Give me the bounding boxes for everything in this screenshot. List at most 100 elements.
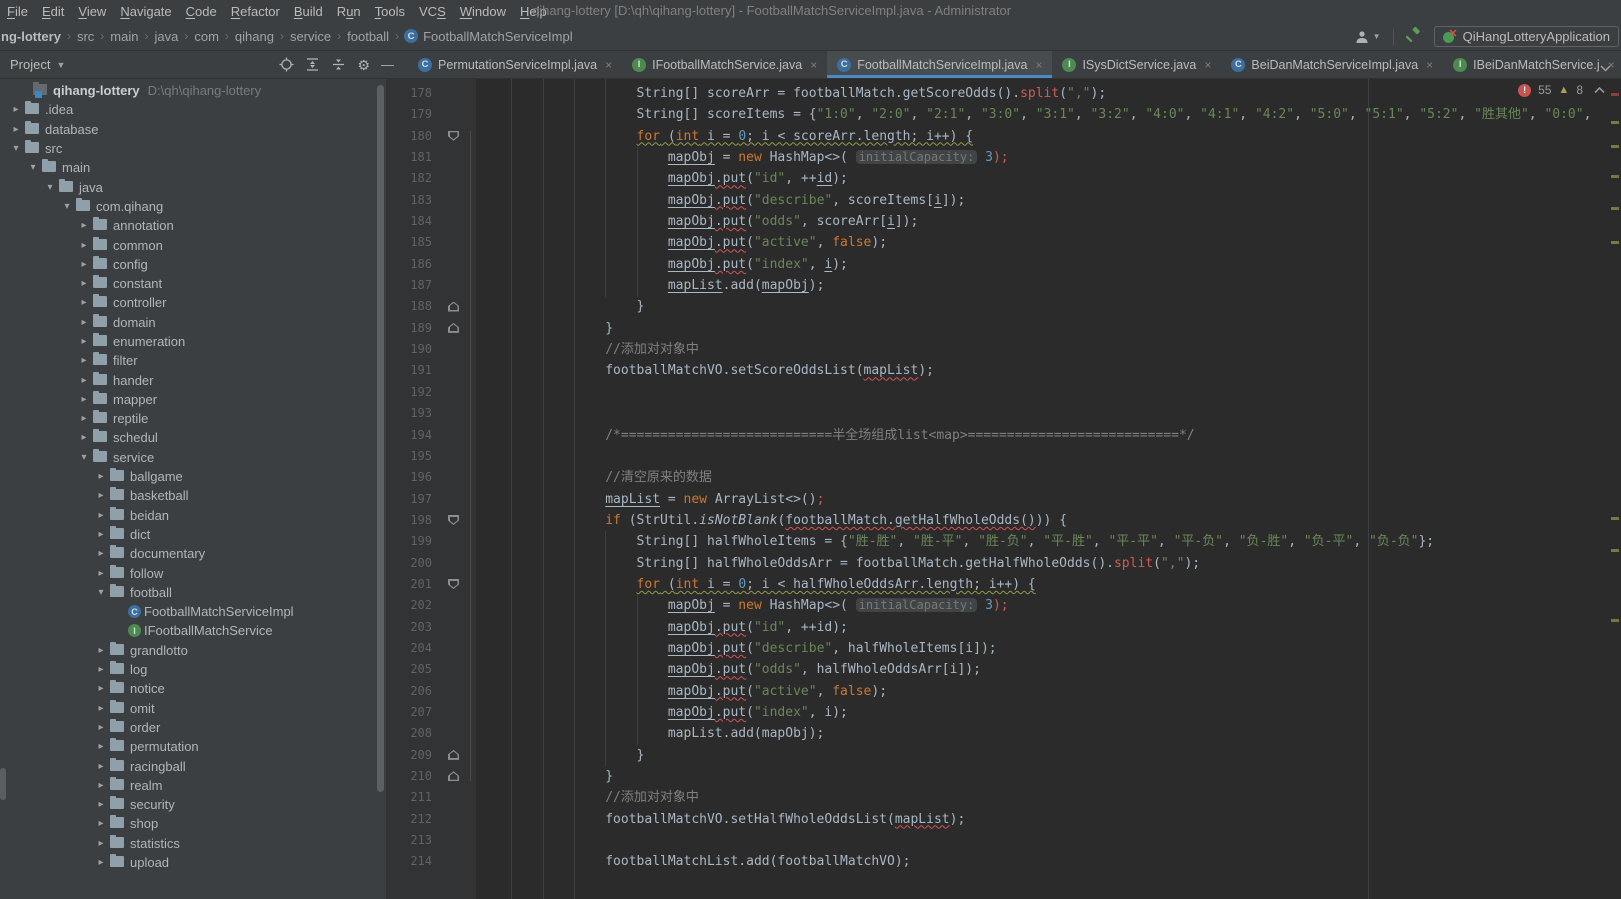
tree-item-notice[interactable]: ▸notice: [0, 679, 386, 698]
tree-item-.idea[interactable]: ▸.idea: [0, 100, 386, 119]
tree-item-enumeration[interactable]: ▸enumeration: [0, 332, 386, 351]
tree-chevron-icon[interactable]: ▸: [76, 375, 92, 386]
tree-chevron-icon[interactable]: ▸: [93, 761, 109, 772]
tree-item-src[interactable]: ▾src: [0, 139, 386, 158]
tree-chevron-icon[interactable]: ▸: [93, 857, 109, 868]
tree-item-qihang-lottery[interactable]: qihang-lotteryD:\qh\qihang-lottery: [0, 81, 386, 100]
fold-marker[interactable]: [448, 579, 459, 589]
tree-item-dict[interactable]: ▸dict: [0, 525, 386, 544]
tree-item-football[interactable]: ▾football: [0, 583, 386, 602]
tree-item-java[interactable]: ▾java: [0, 177, 386, 196]
breadcrumb-item-src[interactable]: src: [76, 29, 95, 44]
breadcrumb-item-qihang[interactable]: qihang: [234, 29, 275, 44]
tab-close-icon[interactable]: ×: [605, 58, 612, 72]
tree-chevron-icon[interactable]: ▸: [93, 568, 109, 579]
tree-item-security[interactable]: ▸security: [0, 795, 386, 814]
tree-chevron-icon[interactable]: ▸: [76, 259, 92, 270]
tree-chevron-icon[interactable]: ▾: [25, 162, 41, 173]
tree-item-filter[interactable]: ▸filter: [0, 351, 386, 370]
tree-item-controller[interactable]: ▸controller: [0, 293, 386, 312]
tree-item-config[interactable]: ▸config: [0, 255, 386, 274]
menu-refactor[interactable]: Refactor: [224, 4, 287, 19]
tab-IBeiDanMatchService.j[interactable]: IIBeiDanMatchService.j×: [1443, 51, 1621, 78]
tab-close-icon[interactable]: ×: [810, 58, 817, 72]
tab-BeiDanMatchServiceImpl.java[interactable]: CBeiDanMatchServiceImpl.java×: [1221, 51, 1443, 78]
tree-item-realm[interactable]: ▸realm: [0, 776, 386, 795]
tree-item-racingball[interactable]: ▸racingball: [0, 756, 386, 775]
tree-chevron-icon[interactable]: ▸: [93, 741, 109, 752]
collapse-all-icon[interactable]: [331, 57, 346, 72]
menu-navigate[interactable]: Navigate: [113, 4, 178, 19]
tree-chevron-icon[interactable]: ▾: [93, 587, 109, 598]
tree-chevron-icon[interactable]: ▸: [76, 240, 92, 251]
tree-chevron-icon[interactable]: ▸: [93, 818, 109, 829]
tree-item-shop[interactable]: ▸shop: [0, 814, 386, 833]
breadcrumb-item-com[interactable]: com: [193, 29, 220, 44]
tree-item-beidan[interactable]: ▸beidan: [0, 506, 386, 525]
tree-chevron-icon[interactable]: ▸: [76, 336, 92, 347]
menu-run[interactable]: Run: [330, 4, 368, 19]
tree-chevron-icon[interactable]: ▸: [76, 432, 92, 443]
fold-marker[interactable]: [448, 750, 459, 760]
inspection-widget[interactable]: ! 55 ▲ 8: [1518, 83, 1605, 97]
user-icon[interactable]: ▼: [1355, 30, 1381, 44]
tree-chevron-icon[interactable]: ▸: [93, 664, 109, 675]
tree-item-permutation[interactable]: ▸permutation: [0, 737, 386, 756]
tree-item-ballgame[interactable]: ▸ballgame: [0, 467, 386, 486]
tree-chevron-icon[interactable]: ▸: [93, 548, 109, 559]
breadcrumb-item-java[interactable]: java: [153, 29, 179, 44]
tab-close-icon[interactable]: ×: [1204, 58, 1211, 72]
fold-marker[interactable]: [448, 771, 459, 781]
breadcrumb-item-service[interactable]: service: [289, 29, 332, 44]
tree-chevron-icon[interactable]: ▸: [8, 104, 24, 115]
project-panel-header[interactable]: Project ▼ ⚙ —: [0, 51, 400, 78]
tree-chevron-icon[interactable]: ▸: [93, 780, 109, 791]
code-editor[interactable]: 1781791801811821831841851861871881891901…: [386, 79, 1621, 899]
tree-item-schedul[interactable]: ▸schedul: [0, 428, 386, 447]
tab-list-chevron-icon[interactable]: [1600, 59, 1611, 77]
tree-chevron-icon[interactable]: ▸: [93, 703, 109, 714]
tree-chevron-icon[interactable]: ▸: [93, 471, 109, 482]
locate-file-icon[interactable]: [279, 57, 294, 72]
tree-item-documentary[interactable]: ▸documentary: [0, 544, 386, 563]
settings-gear-icon[interactable]: ⚙: [357, 58, 370, 72]
tree-item-domain[interactable]: ▸domain: [0, 313, 386, 332]
breadcrumb-item-football[interactable]: football: [346, 29, 390, 44]
chevron-up-icon[interactable]: [1594, 83, 1605, 97]
tree-chevron-icon[interactable]: ▸: [76, 278, 92, 289]
tree-item-basketball[interactable]: ▸basketball: [0, 486, 386, 505]
tree-item-reptile[interactable]: ▸reptile: [0, 409, 386, 428]
tree-chevron-icon[interactable]: ▸: [76, 413, 92, 424]
menu-build[interactable]: Build: [287, 4, 330, 19]
tree-item-service[interactable]: ▾service: [0, 448, 386, 467]
menu-tools[interactable]: Tools: [368, 4, 412, 19]
breadcrumb-item-FootballMatchServiceImpl[interactable]: FootballMatchServiceImpl: [422, 29, 574, 44]
tree-chevron-icon[interactable]: ▸: [93, 799, 109, 810]
tree-item-grandlotto[interactable]: ▸grandlotto: [0, 641, 386, 660]
hide-panel-icon[interactable]: —: [381, 57, 394, 72]
tree-item-common[interactable]: ▸common: [0, 235, 386, 254]
run-configuration-select[interactable]: ✕ QiHangLotteryApplication: [1434, 26, 1619, 47]
tab-FootballMatchServiceImpl.java[interactable]: CFootballMatchServiceImpl.java×: [827, 51, 1052, 78]
fold-marker[interactable]: [448, 323, 459, 333]
tree-chevron-icon[interactable]: ▾: [8, 143, 24, 154]
tree-item-mapper[interactable]: ▸mapper: [0, 390, 386, 409]
tree-item-hander[interactable]: ▸hander: [0, 370, 386, 389]
tree-chevron-icon[interactable]: ▾: [59, 201, 75, 212]
tree-item-omit[interactable]: ▸omit: [0, 699, 386, 718]
tab-IFootballMatchService.java[interactable]: IIFootballMatchService.java×: [622, 51, 827, 78]
tree-chevron-icon[interactable]: ▸: [93, 510, 109, 521]
project-tree-scrollbar[interactable]: [377, 85, 384, 792]
tree-chevron-icon[interactable]: ▸: [93, 722, 109, 733]
tab-PermutationServiceImpl.java[interactable]: CPermutationServiceImpl.java×: [408, 51, 622, 78]
tree-chevron-icon[interactable]: ▸: [93, 529, 109, 540]
tree-item-database[interactable]: ▸database: [0, 120, 386, 139]
tree-item-main[interactable]: ▾main: [0, 158, 386, 177]
menu-vcs[interactable]: VCS: [412, 4, 453, 19]
code-area[interactable]: String[] scoreArr = footballMatch.getSco…: [476, 79, 1621, 899]
tree-item-annotation[interactable]: ▸annotation: [0, 216, 386, 235]
tree-chevron-icon[interactable]: ▸: [93, 645, 109, 656]
tree-item-upload[interactable]: ▸upload: [0, 853, 386, 872]
menu-file[interactable]: File: [0, 4, 35, 19]
menu-window[interactable]: Window: [453, 4, 513, 19]
